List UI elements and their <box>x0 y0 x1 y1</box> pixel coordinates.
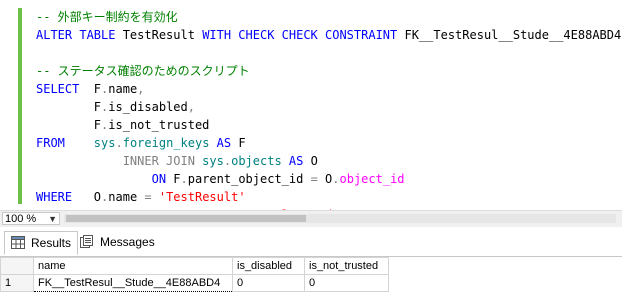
code-token: 'TestResult' <box>158 190 246 204</box>
editor-status-bar: 100 % ▼ <box>0 210 622 227</box>
horizontal-scrollbar[interactable] <box>64 214 616 223</box>
code-token: is_not_trusted <box>108 118 210 132</box>
messages-icon <box>80 235 93 248</box>
sql-code[interactable]: -- 外部キー制約を有効化 ALTER TABLE TestResult WITH… <box>36 8 622 210</box>
code-token: parent_object_id <box>187 172 311 186</box>
scrollbar-thumb[interactable] <box>66 215 306 222</box>
code-line[interactable]: -- ステータス確認のためのスクリプト <box>36 62 622 80</box>
column-header-name[interactable]: name <box>33 257 233 275</box>
row-number-header[interactable] <box>0 257 34 275</box>
code-token: = <box>310 172 326 186</box>
code-token: foreign_keys <box>122 136 217 150</box>
change-indicator-bar <box>18 8 22 204</box>
table-row[interactable]: 1 FK__TestResul__Stude__4E88ABD4 0 0 <box>0 274 389 292</box>
code-token: = <box>144 190 159 204</box>
results-table: name is_disabled is_not_trusted 1 FK__Te… <box>0 257 389 292</box>
code-token: is_disabled <box>108 100 188 114</box>
chevron-down-icon[interactable]: ▼ <box>48 213 57 226</box>
code-token: sys <box>93 136 116 150</box>
cell-is-not-trusted[interactable]: 0 <box>304 274 389 292</box>
code-token: AS <box>216 136 239 150</box>
code-token: F <box>36 100 102 114</box>
zoom-select[interactable]: 100 % ▼ <box>2 212 60 225</box>
code-token: name <box>108 190 145 204</box>
tab-results[interactable]: Results <box>4 231 79 255</box>
code-token: TestResult <box>122 28 203 42</box>
code-token: ON <box>36 172 174 186</box>
code-token: FROM <box>36 136 94 150</box>
code-token: FK__TestResul__Stude__4E88ABD4 <box>404 28 622 42</box>
row-number[interactable]: 1 <box>0 274 34 292</box>
tab-messages-label: Messages <box>100 235 155 249</box>
column-header-is-disabled[interactable]: is_disabled <box>232 257 305 275</box>
code-token: WHERE <box>36 190 94 204</box>
code-line[interactable]: F.is_not_trusted <box>36 116 622 134</box>
code-token: , <box>137 82 145 96</box>
code-line[interactable]: ALTER TABLE TestResult WITH CHECK CHECK … <box>36 26 622 44</box>
code-token: INNER JOIN <box>36 154 203 168</box>
code-token: O <box>310 154 318 168</box>
cell-name[interactable]: FK__TestResul__Stude__4E88ABD4 <box>33 274 233 292</box>
code-token: AS <box>288 154 311 168</box>
code-token: ALTER TABLE <box>36 28 123 42</box>
code-token: objects <box>231 154 289 168</box>
code-line[interactable]: ON F.parent_object_id = O.object_id <box>36 170 622 188</box>
code-token: . <box>115 136 123 150</box>
code-token: O <box>93 190 102 204</box>
code-token: F <box>238 136 246 150</box>
cell-is-disabled[interactable]: 0 <box>232 274 305 292</box>
code-token: -- ステータス確認のためのスクリプト <box>36 64 250 78</box>
code-line[interactable] <box>36 44 622 62</box>
code-token: object_id <box>339 172 405 186</box>
tab-results-label: Results <box>31 236 72 250</box>
code-line[interactable]: -- 外部キー制約を有効化 <box>36 8 622 26</box>
code-token: F <box>93 82 102 96</box>
code-token: . <box>332 172 340 186</box>
code-token: . <box>223 154 232 168</box>
code-token: sys <box>202 154 224 168</box>
code-token: F <box>36 118 102 132</box>
header-row: name is_disabled is_not_trusted <box>0 257 389 275</box>
column-header-is-not-trusted[interactable]: is_not_trusted <box>304 257 389 275</box>
zoom-value: 100 % <box>5 213 37 225</box>
code-line[interactable]: FROM sys.foreign_keys AS F <box>36 134 622 152</box>
code-line[interactable]: SELECT F.name, <box>36 80 622 98</box>
tab-messages[interactable]: Messages <box>74 231 161 253</box>
code-line[interactable]: F.is_disabled, <box>36 98 622 116</box>
code-token: F <box>173 172 181 186</box>
code-line[interactable]: WHERE O.name = 'TestResult' <box>36 188 622 206</box>
code-line[interactable]: INNER JOIN sys.objects AS O <box>36 152 622 170</box>
results-tabs: Results Messages <box>0 228 622 257</box>
query-editor[interactable]: -- 外部キー制約を有効化 ALTER TABLE TestResult WITH… <box>0 0 622 210</box>
code-token: WITH CHECK CHECK CONSTRAINT <box>202 28 405 42</box>
results-grid-icon <box>11 236 25 249</box>
results-grid[interactable]: name is_disabled is_not_trusted 1 FK__Te… <box>0 257 622 307</box>
code-token: name <box>108 82 138 96</box>
code-token: . <box>180 172 188 186</box>
code-token: SELECT <box>36 82 94 96</box>
code-token: -- 外部キー制約を有効化 <box>36 10 178 24</box>
code-token: , <box>187 100 195 114</box>
